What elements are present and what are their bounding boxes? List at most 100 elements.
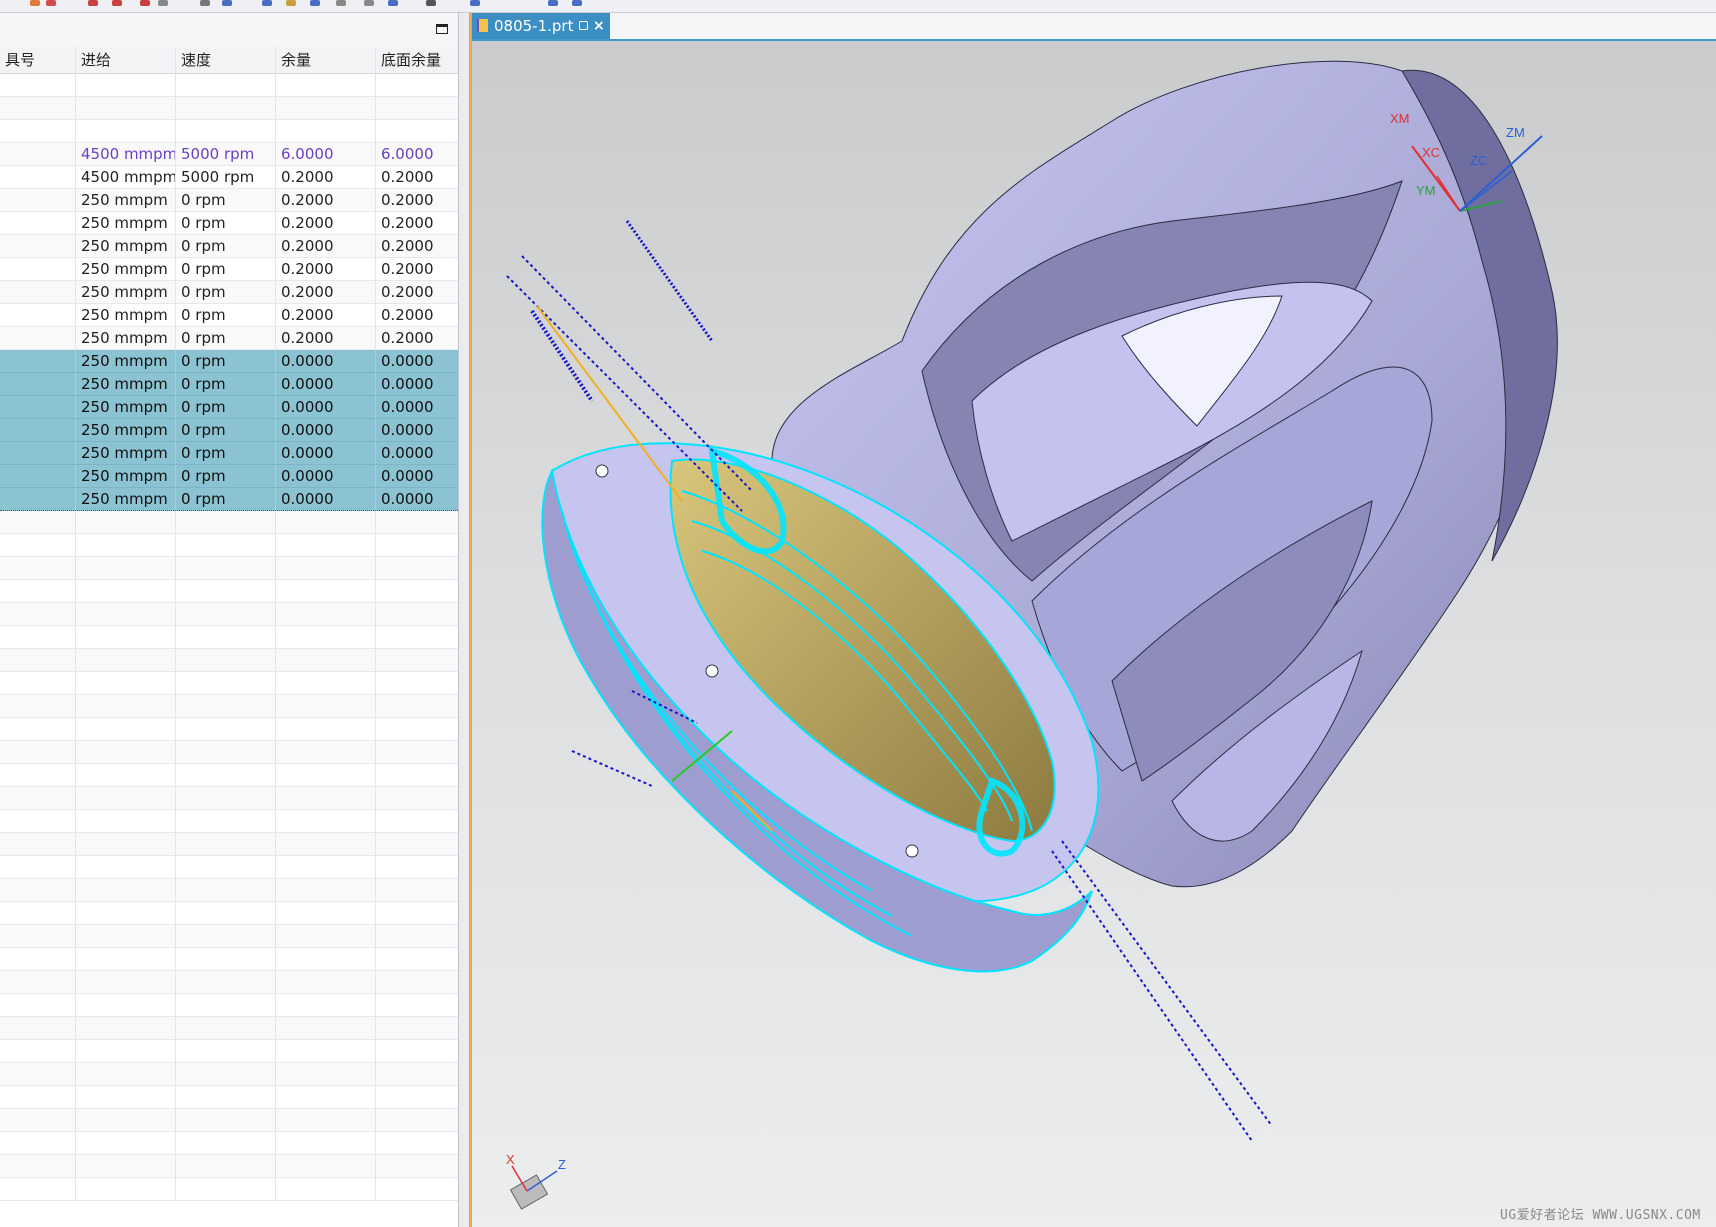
cell-speed: 0 rpm xyxy=(175,258,275,280)
column-header-tool[interactable]: 具号 xyxy=(0,47,75,73)
table-row[interactable]: 250 mmpm 0 rpm 0.2000 0.2000 xyxy=(0,235,458,258)
toolbar-icon[interactable] xyxy=(262,0,272,6)
table-row[interactable]: 250 mmpm 0 rpm 0.0000 0.0000 xyxy=(0,373,458,396)
table-row[interactable] xyxy=(0,649,458,672)
toolbar-icon[interactable] xyxy=(140,0,150,6)
table-row[interactable] xyxy=(0,925,458,948)
cell-floor-stock: 0.2000 xyxy=(375,327,458,349)
cell-stock xyxy=(275,1155,375,1177)
table-row[interactable] xyxy=(0,1132,458,1155)
table-row[interactable] xyxy=(0,948,458,971)
toolbar-icon[interactable] xyxy=(30,0,40,6)
cell-feed: 250 mmpm xyxy=(75,488,175,510)
cell-feed xyxy=(75,511,175,533)
cell-speed: 0 rpm xyxy=(175,235,275,257)
table-row[interactable] xyxy=(0,1109,458,1132)
table-row[interactable]: 250 mmpm 0 rpm 0.0000 0.0000 xyxy=(0,488,458,511)
toolbar-icon[interactable] xyxy=(470,0,480,6)
table-row[interactable]: 250 mmpm 0 rpm 0.2000 0.2000 xyxy=(0,189,458,212)
column-header-stock[interactable]: 余量 xyxy=(275,47,375,73)
cell-stock: 0.0000 xyxy=(275,373,375,395)
column-header-speed[interactable]: 速度 xyxy=(175,47,275,73)
table-row[interactable]: 250 mmpm 0 rpm 0.0000 0.0000 xyxy=(0,396,458,419)
toolbar-icon[interactable] xyxy=(336,0,346,6)
table-row[interactable] xyxy=(0,856,458,879)
triad-ym-label: YM xyxy=(1416,183,1436,198)
table-row[interactable] xyxy=(0,810,458,833)
cell-speed: 0 rpm xyxy=(175,419,275,441)
table-row[interactable] xyxy=(0,1178,458,1201)
table-row[interactable] xyxy=(0,902,458,925)
table-row[interactable]: 250 mmpm 0 rpm 0.2000 0.2000 xyxy=(0,281,458,304)
toolbar-icon[interactable] xyxy=(158,0,168,6)
table-row[interactable] xyxy=(0,833,458,856)
table-row[interactable]: 4500 mmpm 5000 rpm 6.0000 6.0000 xyxy=(0,143,458,166)
table-row[interactable]: 250 mmpm 0 rpm 0.2000 0.2000 xyxy=(0,327,458,350)
toolbar-icon[interactable] xyxy=(548,0,558,6)
table-row[interactable] xyxy=(0,534,458,557)
toolbar-icon[interactable] xyxy=(200,0,210,6)
cell-tool xyxy=(0,994,75,1016)
toolbar-icon[interactable] xyxy=(286,0,296,6)
table-row[interactable] xyxy=(0,718,458,741)
table-row[interactable] xyxy=(0,74,458,97)
cell-tool xyxy=(0,695,75,717)
table-row[interactable] xyxy=(0,626,458,649)
view-triad[interactable]: X Z xyxy=(506,1152,566,1210)
table-row[interactable]: 250 mmpm 0 rpm 0.2000 0.2000 xyxy=(0,258,458,281)
table-row[interactable] xyxy=(0,97,458,120)
toolbar-icon[interactable] xyxy=(310,0,320,6)
toolbar-icon[interactable] xyxy=(388,0,398,6)
graphics-viewport[interactable]: XM XC ZM ZC YM X Z xyxy=(472,41,1716,1227)
table-row[interactable] xyxy=(0,764,458,787)
table-row[interactable] xyxy=(0,672,458,695)
cell-stock xyxy=(275,1178,375,1200)
table-row[interactable] xyxy=(0,741,458,764)
table-row[interactable] xyxy=(0,603,458,626)
table-row[interactable]: 250 mmpm 0 rpm 0.0000 0.0000 xyxy=(0,465,458,488)
table-row[interactable] xyxy=(0,971,458,994)
toolbar-icon[interactable] xyxy=(572,0,582,6)
view-triad-x-label: X xyxy=(506,1152,515,1167)
toolbar-icon[interactable] xyxy=(112,0,122,6)
toolbar-icon[interactable] xyxy=(222,0,232,6)
cell-speed xyxy=(175,1040,275,1062)
column-header-feed[interactable]: 进给 xyxy=(75,47,175,73)
table-row[interactable] xyxy=(0,511,458,534)
table-row[interactable] xyxy=(0,1040,458,1063)
cell-tool xyxy=(0,304,75,326)
table-row[interactable] xyxy=(0,580,458,603)
table-row[interactable] xyxy=(0,1063,458,1086)
column-header-floor-stock[interactable]: 底面余量 xyxy=(375,47,458,73)
table-row[interactable] xyxy=(0,994,458,1017)
cell-feed xyxy=(75,879,175,901)
cell-speed: 0 rpm xyxy=(175,281,275,303)
table-row[interactable] xyxy=(0,1017,458,1040)
cell-feed xyxy=(75,1132,175,1154)
maximize-icon[interactable] xyxy=(436,24,448,34)
table-row[interactable] xyxy=(0,1086,458,1109)
tab-0805-1-prt[interactable]: 0805-1.prt × xyxy=(472,13,610,39)
table-row[interactable] xyxy=(0,787,458,810)
toolbar-icon[interactable] xyxy=(426,0,436,6)
table-row[interactable]: 250 mmpm 0 rpm 0.0000 0.0000 xyxy=(0,419,458,442)
table-row[interactable] xyxy=(0,879,458,902)
table-row[interactable]: 250 mmpm 0 rpm 0.2000 0.2000 xyxy=(0,304,458,327)
table-row[interactable] xyxy=(0,557,458,580)
toolbar-icon[interactable] xyxy=(364,0,374,6)
toolbar-icon[interactable] xyxy=(46,0,56,6)
toolbar-icon[interactable] xyxy=(88,0,98,6)
table-row[interactable]: 4500 mmpm 5000 rpm 0.2000 0.2000 xyxy=(0,166,458,189)
cell-tool xyxy=(0,948,75,970)
table-row[interactable] xyxy=(0,120,458,143)
table-row[interactable]: 250 mmpm 0 rpm 0.0000 0.0000 xyxy=(0,442,458,465)
close-icon[interactable]: × xyxy=(593,13,605,39)
restore-icon[interactable] xyxy=(579,21,588,30)
cell-feed xyxy=(75,695,175,717)
table-row[interactable]: 250 mmpm 0 rpm 0.2000 0.2000 xyxy=(0,212,458,235)
cell-tool xyxy=(0,1086,75,1108)
table-row[interactable]: 250 mmpm 0 rpm 0.0000 0.0000 xyxy=(0,350,458,373)
table-row[interactable] xyxy=(0,695,458,718)
table-row[interactable] xyxy=(0,1155,458,1178)
cell-floor-stock xyxy=(375,856,458,878)
